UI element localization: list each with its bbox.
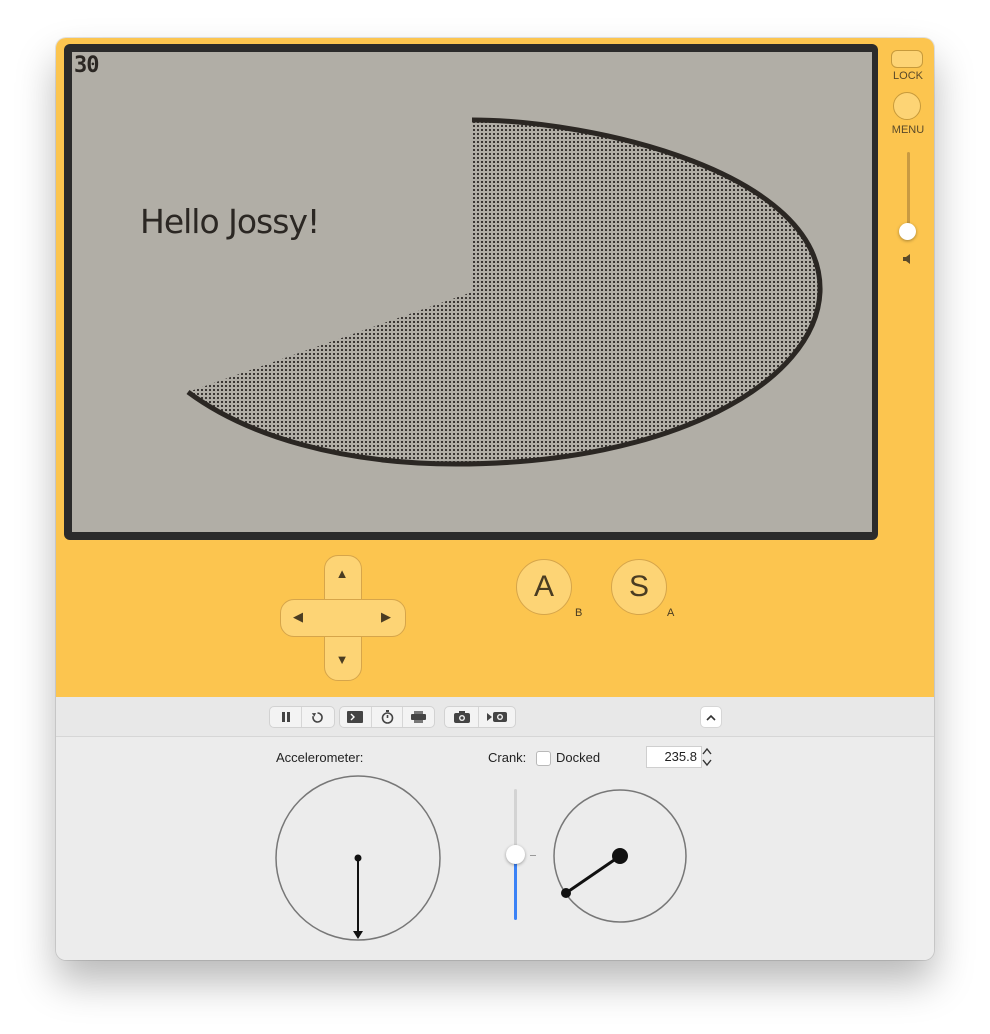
- stopwatch-icon: [381, 710, 393, 724]
- crank-speed-slider-fill: [514, 855, 517, 920]
- collapse-panel-button[interactable]: [700, 706, 722, 728]
- volume-slider-knob[interactable]: [899, 223, 916, 240]
- crank-label: Crank:: [488, 750, 527, 765]
- console-button[interactable]: [340, 707, 372, 727]
- crank-speed-slider-knob[interactable]: [506, 845, 525, 864]
- volume-slider-track[interactable]: [907, 152, 910, 232]
- restart-icon: [311, 711, 323, 723]
- capture-group: [444, 706, 516, 728]
- accelerometer-dial[interactable]: [274, 774, 442, 942]
- greeting-text: Hello Jossy!: [140, 202, 320, 241]
- simulator-window: 30 Hello Jossy! LOCK MENU ▲ ▼ ◀ ▶ A B S …: [56, 38, 934, 960]
- docked-checkbox[interactable]: [536, 751, 551, 766]
- dpad-center: [325, 600, 359, 634]
- dpad-down-button[interactable]: ▼: [332, 652, 352, 667]
- lock-label: LOCK: [893, 70, 923, 82]
- a-button-key-hint: B: [575, 607, 583, 619]
- accelerometer-label: Accelerometer:: [276, 750, 364, 765]
- slider-center-tick: [530, 855, 536, 856]
- record-icon: [486, 712, 507, 722]
- crank-angle-field[interactable]: 235.8: [646, 746, 702, 768]
- menu-button[interactable]: [893, 92, 921, 120]
- game-screen[interactable]: 30 Hello Jossy!: [72, 52, 872, 532]
- dpad-up-button[interactable]: ▲: [332, 566, 352, 581]
- printer-icon: [411, 711, 427, 723]
- restart-button[interactable]: [302, 707, 333, 727]
- pie-shape: [186, 117, 823, 467]
- dpad-right-button[interactable]: ▶: [376, 609, 396, 625]
- menu-label: MENU: [891, 124, 925, 136]
- playback-group: [269, 706, 335, 728]
- crank-dial[interactable]: [552, 788, 688, 924]
- tools-group: [339, 706, 435, 728]
- s-button[interactable]: S: [611, 559, 667, 615]
- lock-button[interactable]: [891, 50, 923, 68]
- crank-angle-stepper[interactable]: [701, 746, 713, 768]
- dpad-left-button[interactable]: ◀: [288, 609, 308, 625]
- camera-icon: [453, 711, 470, 723]
- toolbar: [56, 697, 934, 737]
- chevron-up-icon: [706, 714, 716, 721]
- s-button-key-hint: A: [667, 607, 675, 619]
- pause-button[interactable]: [270, 707, 302, 727]
- stopwatch-button[interactable]: [372, 707, 404, 727]
- printer-button[interactable]: [403, 707, 434, 727]
- controls-panel: Accelerometer: Crank: Docked 235.8: [56, 737, 934, 960]
- screenshot-button[interactable]: [445, 707, 479, 727]
- pause-icon: [281, 712, 290, 722]
- a-button[interactable]: A: [516, 559, 572, 615]
- fps-counter: 30: [74, 53, 99, 78]
- device-body: 30 Hello Jossy! LOCK MENU ▲ ▼ ◀ ▶ A B S …: [56, 38, 934, 697]
- record-button[interactable]: [479, 707, 514, 727]
- console-icon: [347, 711, 364, 723]
- docked-label: Docked: [556, 750, 601, 765]
- speaker-icon: [903, 254, 910, 264]
